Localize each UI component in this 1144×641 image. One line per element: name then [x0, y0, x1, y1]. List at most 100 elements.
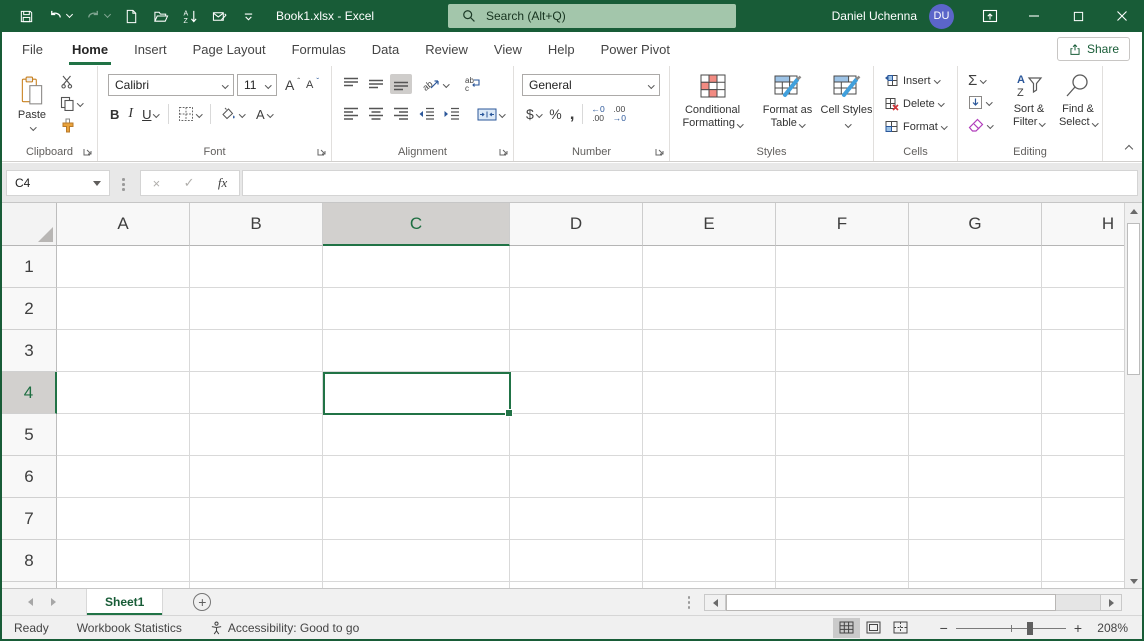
- alignment-dialog-launcher[interactable]: [499, 146, 509, 156]
- vertical-scrollbar[interactable]: [1124, 203, 1142, 590]
- column-header-b[interactable]: B: [190, 203, 323, 246]
- insert-cells-button[interactable]: Insert: [884, 73, 939, 88]
- normal-view-button[interactable]: [833, 618, 860, 638]
- new-file-button[interactable]: [117, 0, 146, 32]
- conditional-formatting-chevron[interactable]: [737, 121, 743, 127]
- column-header-a[interactable]: A: [57, 203, 190, 246]
- increase-font-size-button[interactable]: Aˆ: [285, 77, 300, 93]
- column-header-e[interactable]: E: [643, 203, 776, 246]
- insert-function-button[interactable]: fx: [218, 175, 227, 191]
- top-align-button[interactable]: [340, 74, 362, 94]
- fill-color-button[interactable]: [220, 106, 245, 122]
- row-header-5[interactable]: 5: [2, 414, 57, 456]
- decrease-font-size-button[interactable]: Aˇ: [306, 79, 319, 91]
- zoom-in-button[interactable]: +: [1066, 620, 1090, 636]
- borders-button[interactable]: [178, 106, 202, 122]
- orientation-dropdown-chevron[interactable]: [443, 81, 449, 87]
- tab-bar-splitter[interactable]: [688, 596, 691, 609]
- borders-dropdown-chevron[interactable]: [196, 111, 202, 117]
- align-left-button[interactable]: [340, 104, 362, 124]
- tab-review[interactable]: Review: [412, 32, 481, 66]
- sort-ascending-button[interactable]: AZ: [176, 0, 205, 32]
- tab-home[interactable]: Home: [59, 32, 121, 66]
- scroll-right-button[interactable]: [1100, 594, 1122, 611]
- number-format-chevron[interactable]: [648, 82, 654, 88]
- underline-dropdown-chevron[interactable]: [154, 111, 160, 117]
- zoom-slider-handle[interactable]: [1027, 622, 1033, 635]
- sort-filter-chevron[interactable]: [1040, 120, 1046, 126]
- undo-dropdown-chevron[interactable]: [66, 11, 73, 18]
- horizontal-scroll-track[interactable]: [1056, 594, 1100, 611]
- workbook-statistics[interactable]: Workbook Statistics: [77, 621, 182, 635]
- clear-dropdown-chevron[interactable]: [987, 122, 993, 128]
- row-header-8[interactable]: 8: [2, 540, 57, 582]
- sort-filter-button[interactable]: AZ Sort & Filter: [1004, 67, 1054, 129]
- increase-indent-button[interactable]: [440, 104, 462, 124]
- font-size-chevron[interactable]: [265, 82, 271, 88]
- column-header-h[interactable]: H: [1042, 203, 1124, 246]
- email-button[interactable]: [205, 0, 235, 32]
- delete-cells-button[interactable]: Delete: [884, 96, 943, 111]
- horizontal-scrollbar[interactable]: [704, 594, 1122, 611]
- font-size-combobox[interactable]: 11: [237, 74, 277, 96]
- cell-styles-chevron[interactable]: [845, 121, 851, 127]
- name-box[interactable]: C4: [6, 170, 110, 196]
- fill-dropdown-chevron[interactable]: [986, 99, 992, 105]
- merge-center-button[interactable]: [477, 107, 505, 122]
- spreadsheet-grid[interactable]: A B C D E F G H 1 2 3 4 5 6 7 8: [2, 203, 1142, 590]
- decrease-indent-button[interactable]: [415, 104, 437, 124]
- font-name-combobox[interactable]: Calibri: [108, 74, 234, 96]
- accounting-format-button[interactable]: $: [526, 106, 541, 122]
- number-format-combobox[interactable]: General: [522, 74, 660, 96]
- customize-qat-button[interactable]: [235, 0, 262, 32]
- font-dialog-launcher[interactable]: [317, 146, 327, 156]
- formula-input[interactable]: [242, 170, 1138, 196]
- fill-color-dropdown-chevron[interactable]: [240, 111, 246, 117]
- minimize-button[interactable]: [1012, 0, 1056, 32]
- merge-center-dropdown-chevron[interactable]: [499, 111, 505, 117]
- percent-style-button[interactable]: %: [549, 106, 561, 122]
- autosum-dropdown-chevron[interactable]: [980, 77, 986, 83]
- copy-button[interactable]: [60, 96, 83, 111]
- tab-page-layout[interactable]: Page Layout: [180, 32, 279, 66]
- tab-insert[interactable]: Insert: [121, 32, 180, 66]
- font-color-dropdown-chevron[interactable]: [267, 111, 273, 117]
- undo-button[interactable]: [41, 0, 79, 32]
- scroll-left-button[interactable]: [704, 594, 726, 611]
- maximize-button[interactable]: [1056, 0, 1100, 32]
- next-sheet-button[interactable]: [51, 598, 56, 606]
- zoom-slider[interactable]: [956, 621, 1066, 635]
- close-button[interactable]: [1100, 0, 1144, 32]
- accounting-dropdown-chevron[interactable]: [536, 111, 542, 117]
- row-header-3[interactable]: 3: [2, 330, 57, 372]
- decrease-decimal-button[interactable]: .00 →0: [613, 105, 626, 123]
- number-dialog-launcher[interactable]: [655, 146, 665, 156]
- column-header-d[interactable]: D: [510, 203, 643, 246]
- format-dropdown-chevron[interactable]: [941, 123, 947, 129]
- scroll-up-button[interactable]: [1125, 203, 1142, 220]
- avatar[interactable]: DU: [929, 4, 954, 29]
- new-sheet-button[interactable]: +: [193, 593, 211, 611]
- tab-data[interactable]: Data: [359, 32, 412, 66]
- copy-dropdown-chevron[interactable]: [77, 100, 83, 106]
- column-header-f[interactable]: F: [776, 203, 909, 246]
- share-button[interactable]: Share: [1057, 37, 1130, 61]
- tab-file[interactable]: File: [6, 32, 59, 66]
- font-color-button[interactable]: A: [256, 107, 272, 122]
- increase-decimal-button[interactable]: ←0 .00: [591, 105, 604, 123]
- row-header-2[interactable]: 2: [2, 288, 57, 330]
- collapse-ribbon-button[interactable]: [1126, 143, 1132, 155]
- italic-button[interactable]: I: [128, 106, 133, 122]
- column-header-g[interactable]: G: [909, 203, 1042, 246]
- bold-button[interactable]: B: [110, 107, 119, 122]
- cells-area[interactable]: [57, 246, 1124, 590]
- page-break-view-button[interactable]: [887, 618, 914, 638]
- fill-button[interactable]: [968, 95, 992, 110]
- tab-help[interactable]: Help: [535, 32, 588, 66]
- cut-button[interactable]: [60, 74, 83, 89]
- orientation-button[interactable]: ab: [423, 76, 449, 92]
- search-box[interactable]: Search (Alt+Q): [448, 4, 736, 28]
- save-button[interactable]: [12, 0, 41, 32]
- zoom-out-button[interactable]: −: [932, 620, 956, 636]
- name-box-chevron[interactable]: [93, 181, 101, 186]
